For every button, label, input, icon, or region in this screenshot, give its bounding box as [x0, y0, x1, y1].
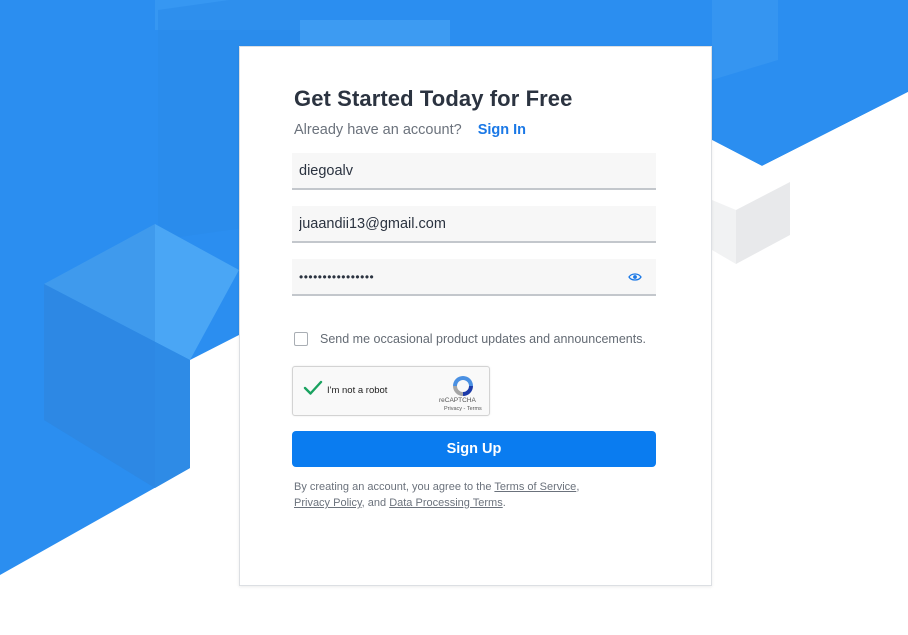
password-field[interactable]: [292, 259, 656, 296]
consent-row: Send me occasional product updates and a…: [294, 332, 646, 346]
legal-comma: ,: [576, 481, 580, 493]
terms-of-service-link[interactable]: Terms of Service: [494, 481, 576, 493]
consent-checkbox[interactable]: [294, 332, 308, 346]
signup-card: Get Started Today for Free Already have …: [239, 46, 712, 586]
recaptcha-terms-link[interactable]: Privacy - Terms: [444, 406, 482, 412]
data-processing-terms-link[interactable]: Data Processing Terms: [389, 497, 503, 509]
signin-prompt: Already have an account?: [294, 122, 462, 138]
check-icon[interactable]: [303, 380, 323, 396]
legal-period: .: [502, 497, 506, 509]
legal-text: By creating an account, you agree to the…: [294, 479, 614, 511]
username-field[interactable]: [292, 153, 656, 190]
recaptcha-label: I'm not a robot: [327, 385, 388, 396]
legal-and: , and: [361, 497, 387, 509]
eye-icon[interactable]: [628, 272, 642, 282]
signin-row: Already have an account? Sign In: [294, 122, 526, 138]
signup-button[interactable]: Sign Up: [292, 431, 656, 467]
recaptcha-brand: reCAPTCHA: [439, 397, 476, 404]
recaptcha-widget: I'm not a robot reCAPTCHA Privacy - Term…: [292, 366, 490, 416]
page-title: Get Started Today for Free: [294, 86, 573, 111]
email-field[interactable]: [292, 206, 656, 243]
legal-prefix: By creating an account, you agree to the: [294, 481, 492, 493]
consent-label: Send me occasional product updates and a…: [320, 332, 646, 346]
username-input[interactable]: [292, 153, 656, 188]
password-input[interactable]: [292, 259, 656, 294]
email-input[interactable]: [292, 206, 656, 241]
recaptcha-logo-icon: [453, 376, 473, 396]
signin-link[interactable]: Sign In: [478, 122, 526, 138]
privacy-policy-link[interactable]: Privacy Policy: [294, 497, 362, 509]
